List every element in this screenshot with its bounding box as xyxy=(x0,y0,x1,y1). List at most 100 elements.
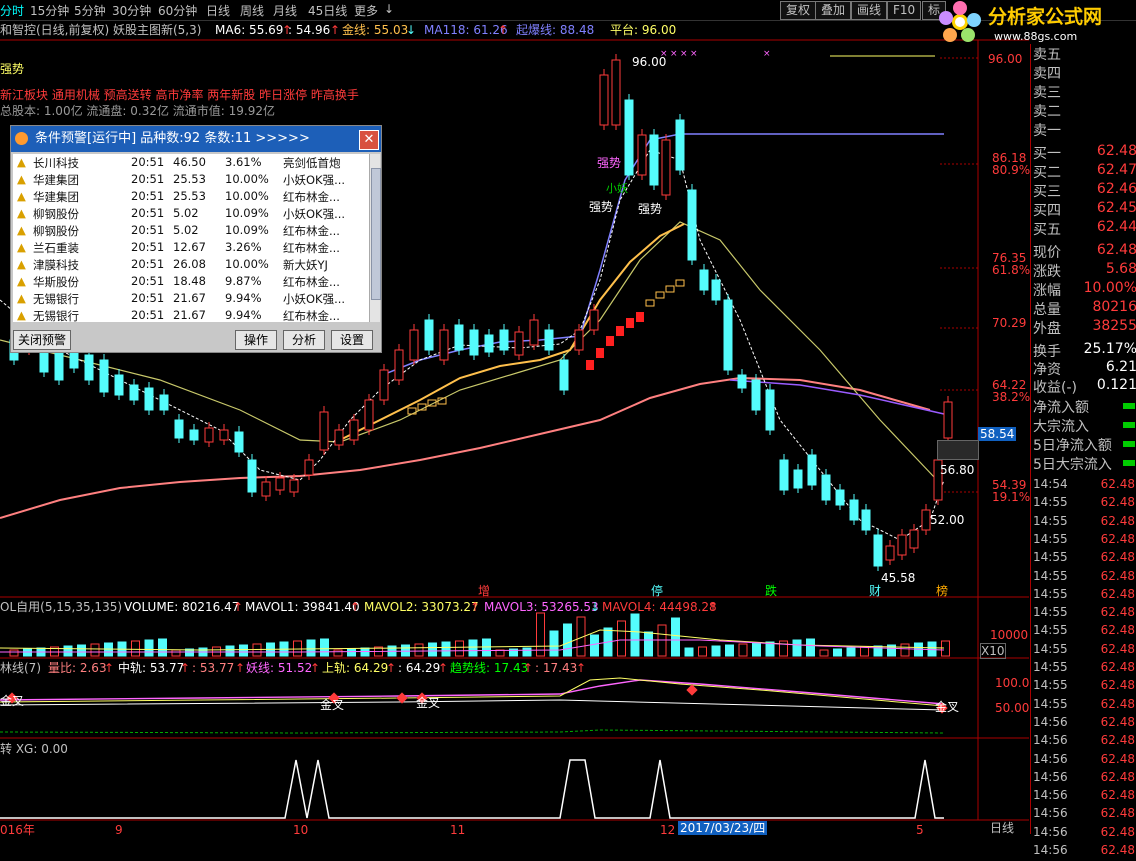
volume-bar[interactable] xyxy=(347,648,356,657)
candle[interactable] xyxy=(943,401,953,439)
volume-bar[interactable] xyxy=(725,644,734,657)
analyze-button[interactable]: 分析 xyxy=(283,330,325,350)
volume-bar[interactable] xyxy=(171,649,181,657)
candle[interactable] xyxy=(885,545,895,561)
sell-level[interactable]: 卖二 xyxy=(1033,101,1136,120)
candle[interactable] xyxy=(499,329,509,351)
candle[interactable] xyxy=(84,354,94,381)
candle[interactable] xyxy=(304,459,314,476)
candle[interactable] xyxy=(751,379,761,411)
candle[interactable] xyxy=(99,359,109,393)
candle[interactable] xyxy=(174,419,184,439)
volume-bar[interactable] xyxy=(144,639,154,657)
volume-bar[interactable] xyxy=(252,643,262,657)
candle[interactable] xyxy=(247,459,257,493)
sell-level[interactable]: 卖五 xyxy=(1033,44,1136,63)
candle[interactable] xyxy=(599,74,609,126)
candle[interactable] xyxy=(275,477,285,491)
candle[interactable] xyxy=(439,329,449,361)
candle[interactable] xyxy=(289,479,299,493)
tf-45day[interactable]: 45日线 xyxy=(308,2,347,19)
candle[interactable] xyxy=(675,119,685,171)
candle[interactable] xyxy=(529,319,539,346)
volume-bar[interactable] xyxy=(846,647,856,657)
candle[interactable] xyxy=(544,329,554,351)
candle[interactable] xyxy=(849,499,859,521)
volume-bar[interactable] xyxy=(779,640,788,657)
sell-level[interactable]: 卖一 xyxy=(1033,120,1136,139)
overlay-button[interactable]: 叠加 xyxy=(815,1,852,20)
candle[interactable] xyxy=(637,134,647,176)
alert-row[interactable]: ▲ 柳钢股份 20:51 5.02 10.09% 小妖OK强... xyxy=(13,205,369,222)
candle[interactable] xyxy=(661,139,671,196)
close-alert-button[interactable]: 关闭预警 xyxy=(13,330,71,350)
candle[interactable] xyxy=(484,334,494,353)
volume-bar[interactable] xyxy=(927,641,937,657)
candle[interactable] xyxy=(649,134,659,186)
settings-button[interactable]: 设置 xyxy=(331,330,373,350)
volume-bar[interactable] xyxy=(738,643,748,657)
alert-row[interactable]: ▲ 华建集团 20:51 25.53 10.00% 小妖OK强... xyxy=(13,171,369,188)
operate-button[interactable]: 操作 xyxy=(235,330,277,350)
buy-level[interactable]: 买二 62.47 xyxy=(1033,162,1136,181)
volume-bar[interactable] xyxy=(77,644,86,657)
candle[interactable] xyxy=(144,387,154,411)
candle[interactable] xyxy=(699,269,709,291)
candle[interactable] xyxy=(379,369,389,401)
candle[interactable] xyxy=(54,349,64,381)
candle[interactable] xyxy=(737,374,747,389)
candle[interactable] xyxy=(624,99,634,176)
sell-level[interactable]: 卖四 xyxy=(1033,63,1136,82)
sell-level[interactable]: 卖三 xyxy=(1033,82,1136,101)
draw-line-button[interactable]: 画线 xyxy=(851,1,888,20)
tf-30min[interactable]: 30分钟 xyxy=(112,2,151,19)
candle[interactable] xyxy=(189,429,199,441)
volume-bar[interactable] xyxy=(698,646,707,657)
volume-bar[interactable] xyxy=(428,642,437,657)
tf-day[interactable]: 日线 xyxy=(206,2,230,19)
volume-bar[interactable] xyxy=(522,647,532,657)
buy-level[interactable]: 买四 62.45 xyxy=(1033,200,1136,219)
buy-level[interactable]: 买五 62.44 xyxy=(1033,219,1136,238)
candle[interactable] xyxy=(204,427,214,443)
candle[interactable] xyxy=(129,384,139,401)
alert-row[interactable]: ▲ 津膜科技 20:51 26.08 10.00% 新大妖YJ xyxy=(13,256,369,273)
volume-bar[interactable] xyxy=(482,638,491,657)
tf-week[interactable]: 周线 xyxy=(240,2,264,19)
volume-bar[interactable] xyxy=(941,640,950,657)
volume-bar[interactable] xyxy=(549,630,559,657)
tf-more[interactable]: 更多 xyxy=(354,2,378,19)
candle[interactable] xyxy=(559,359,569,391)
alert-row[interactable]: ▲ 柳钢股份 20:51 5.02 10.09% 红布林金... xyxy=(13,222,369,239)
tf-fenshi[interactable]: 分时 xyxy=(0,2,24,19)
candle[interactable] xyxy=(873,534,883,567)
candle[interactable] xyxy=(723,299,733,371)
tf-60min[interactable]: 60分钟 xyxy=(158,2,197,19)
volume-bar[interactable] xyxy=(563,623,572,657)
candle[interactable] xyxy=(821,474,831,501)
tf-month[interactable]: 月线 xyxy=(273,2,297,19)
candle[interactable] xyxy=(611,59,621,126)
volume-bar[interactable] xyxy=(414,643,424,657)
alert-row[interactable]: ▲ 长川科技 20:51 46.50 3.61% 亮剑低首炮 xyxy=(13,154,369,171)
candle[interactable] xyxy=(779,459,789,491)
candle[interactable] xyxy=(114,374,124,396)
candle[interactable] xyxy=(261,481,271,497)
candle[interactable] xyxy=(921,509,931,531)
scrollbar-thumb[interactable] xyxy=(371,168,381,300)
candle[interactable] xyxy=(234,431,244,453)
volume-bar[interactable] xyxy=(320,638,329,657)
volume-bar[interactable] xyxy=(630,613,640,657)
candle[interactable] xyxy=(574,329,584,351)
volume-bar[interactable] xyxy=(860,646,869,657)
candle[interactable] xyxy=(349,419,359,441)
candle[interactable] xyxy=(897,534,907,556)
volume-bar[interactable] xyxy=(536,612,545,657)
buy-level[interactable]: 买一 62.48 xyxy=(1033,143,1136,162)
alert-row[interactable]: ▲ 无锡银行 20:51 21.67 9.94% 红布林金... xyxy=(13,307,369,324)
volume-bar[interactable] xyxy=(792,639,802,657)
alert-scrollbar[interactable] xyxy=(369,154,381,322)
fuquan-button[interactable]: 复权 xyxy=(780,1,817,20)
volume-bar[interactable] xyxy=(9,649,19,657)
candle[interactable] xyxy=(394,349,404,381)
